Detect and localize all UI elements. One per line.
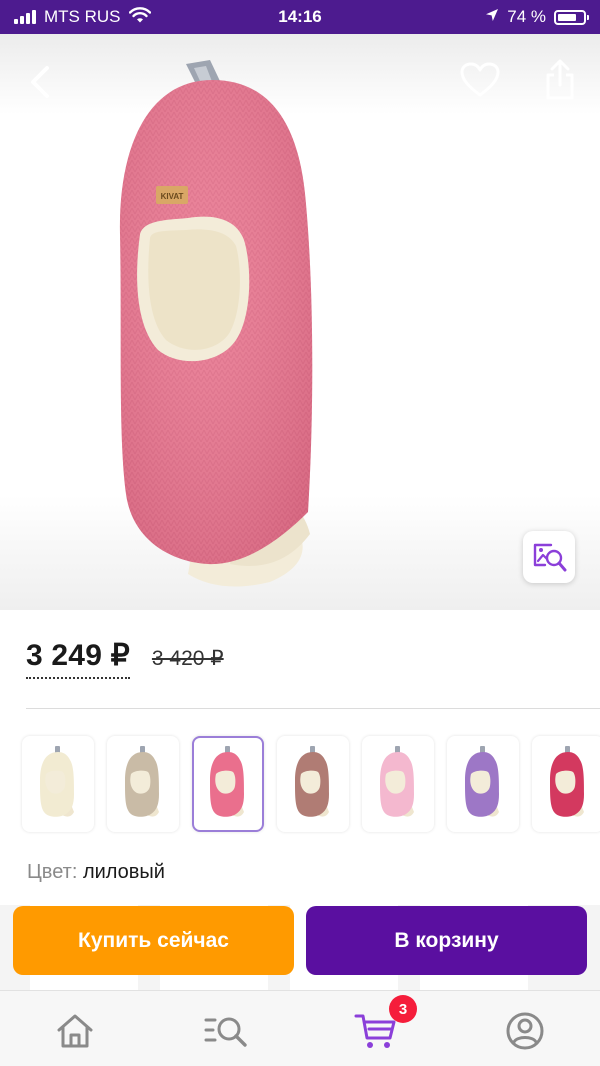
tab-profile[interactable] xyxy=(501,1007,549,1055)
heart-icon xyxy=(460,62,500,97)
variant-balaclava-image xyxy=(550,746,584,817)
cart-badge: 3 xyxy=(389,995,417,1023)
variant-balaclava-image xyxy=(465,746,499,817)
status-bar: MTS RUS 14:16 74 % xyxy=(0,0,600,34)
product-image: KIVAT xyxy=(119,60,313,587)
favorite-button[interactable] xyxy=(456,56,504,104)
old-price: 3 420 ₽ xyxy=(151,647,224,670)
color-variant-thumb[interactable] xyxy=(362,736,434,832)
catalog-search-icon xyxy=(204,1017,247,1047)
tab-bar xyxy=(0,990,600,1066)
image-search-button[interactable] xyxy=(523,531,575,583)
back-arrow-icon xyxy=(31,66,49,98)
divider xyxy=(26,708,600,709)
home-icon xyxy=(57,1014,93,1048)
variant-balaclava-image xyxy=(40,746,74,817)
location-arrow-icon xyxy=(485,8,499,27)
color-label: Цвет: xyxy=(27,861,78,883)
color-variants xyxy=(22,736,600,832)
color-variant-thumb[interactable] xyxy=(107,736,179,832)
color-variant-thumb[interactable] xyxy=(532,736,600,832)
svg-text:KIVAT: KIVAT xyxy=(161,192,184,201)
battery-percent: 74 % xyxy=(507,7,546,26)
current-price[interactable]: 3 249 ₽ xyxy=(26,638,130,679)
variant-balaclava-image xyxy=(210,746,244,817)
profile-icon xyxy=(506,1012,544,1050)
image-search-icon xyxy=(533,543,567,572)
color-row: Цвет: лиловый xyxy=(27,861,165,884)
price-row: 3 249 ₽ 3 420 ₽ xyxy=(26,638,224,682)
status-right: 74 % xyxy=(485,7,589,27)
color-variant-thumb[interactable] xyxy=(447,736,519,832)
share-button[interactable] xyxy=(536,54,584,106)
buy-now-button[interactable]: Купить сейчас xyxy=(13,906,294,975)
battery-icon xyxy=(554,9,589,25)
color-variant-thumb[interactable] xyxy=(22,736,94,832)
product-image-area[interactable]: KIVAT xyxy=(0,34,600,610)
variant-balaclava-image xyxy=(125,746,159,817)
tab-catalog[interactable] xyxy=(202,1007,250,1055)
back-button[interactable] xyxy=(16,58,64,106)
add-to-cart-button[interactable]: В корзину xyxy=(306,906,587,975)
variant-balaclava-image xyxy=(295,746,329,817)
variant-balaclava-image xyxy=(380,746,414,817)
tab-home[interactable] xyxy=(51,1007,99,1055)
share-icon xyxy=(546,59,574,100)
color-variant-thumb[interactable] xyxy=(277,736,349,832)
color-value: лиловый xyxy=(82,861,165,883)
color-variant-thumb[interactable] xyxy=(192,736,264,832)
